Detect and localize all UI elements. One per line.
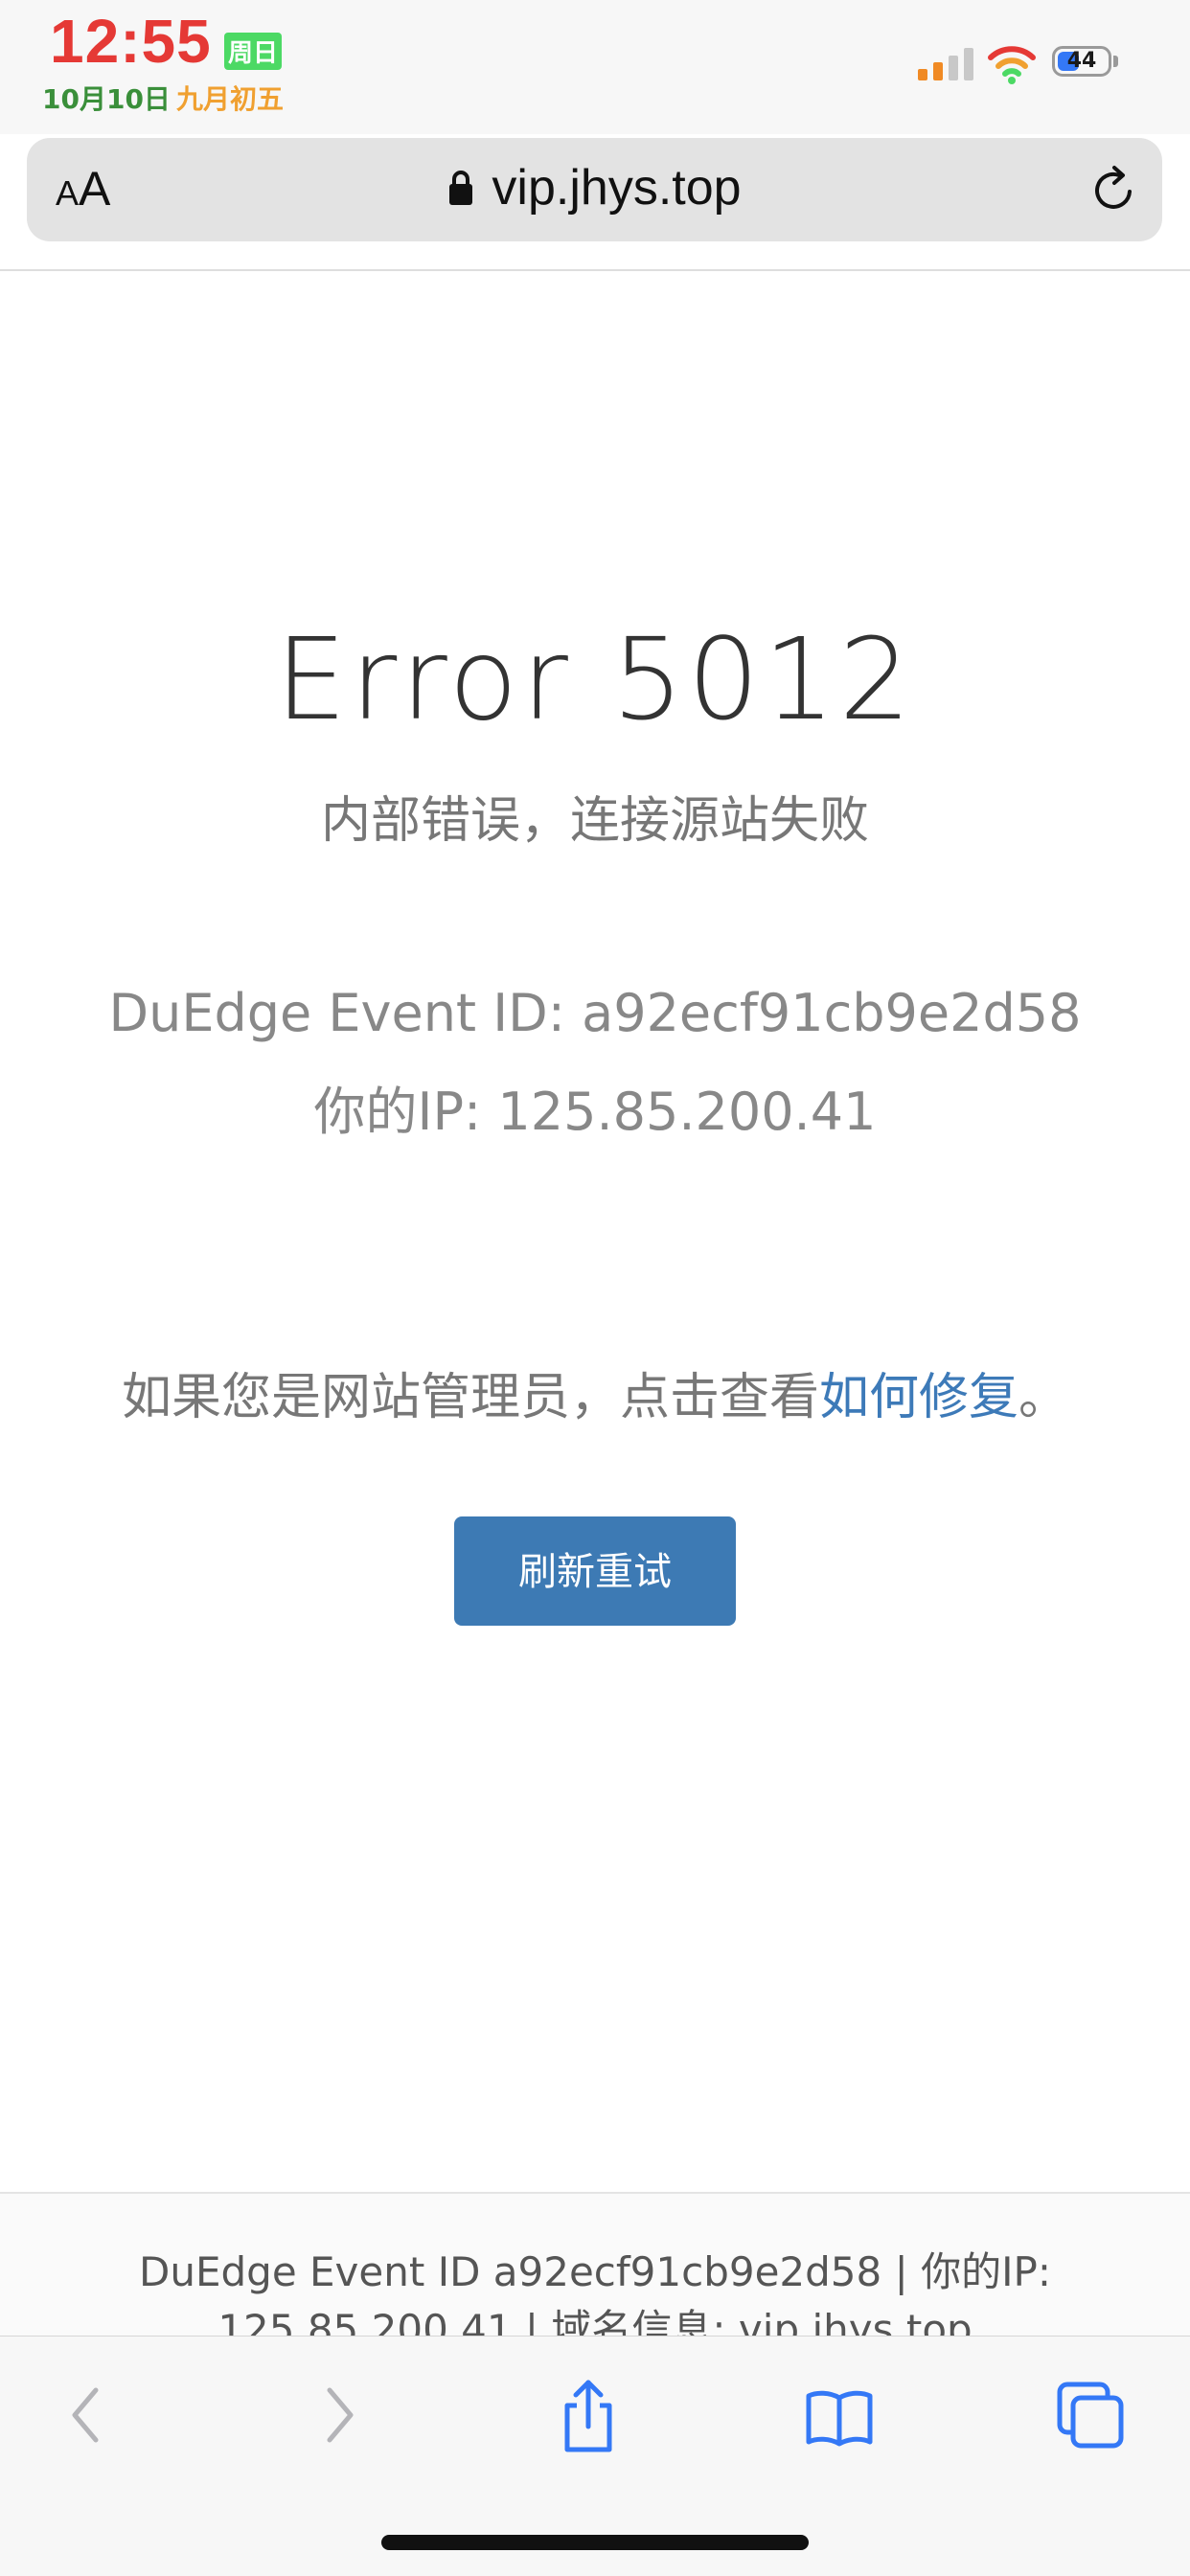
retry-button[interactable]: 刷新重试 bbox=[454, 1516, 736, 1626]
bookmarks-icon[interactable] bbox=[801, 2377, 878, 2453]
share-icon[interactable] bbox=[550, 2377, 627, 2453]
cellular-signal-icon bbox=[918, 48, 973, 80]
error-title: Error 5012 bbox=[275, 613, 915, 745]
error-subtitle: 内部错误，连接源站失败 bbox=[320, 792, 869, 850]
status-time: 12:55 bbox=[50, 7, 212, 76]
address-bar[interactable]: AA vip.jhys.top bbox=[27, 138, 1162, 241]
admin-help-suffix: 。 bbox=[1018, 1369, 1069, 1426]
status-date: 10月10日 九月初五 bbox=[42, 79, 284, 117]
reload-icon[interactable] bbox=[1087, 163, 1141, 217]
lock-icon bbox=[449, 171, 473, 205]
url-display[interactable]: vip.jhys.top bbox=[27, 159, 1162, 217]
battery-nub bbox=[1113, 56, 1118, 67]
home-indicator[interactable] bbox=[381, 2535, 809, 2550]
back-icon[interactable] bbox=[50, 2377, 126, 2453]
lunar-date: 九月初五 bbox=[175, 83, 284, 115]
admin-help-text: 如果您是网站管理员，点击查看如何修复。 bbox=[0, 1356, 1190, 1428]
admin-help-prefix: 如果您是网站管理员，点击查看 bbox=[121, 1369, 819, 1426]
how-to-fix-link[interactable]: 如何修复 bbox=[819, 1369, 1018, 1426]
client-ip-text: 你的IP: 125.85.200.41 bbox=[313, 1082, 877, 1142]
browser-divider bbox=[0, 269, 1190, 271]
url-text: vip.jhys.top bbox=[492, 160, 742, 216]
weekday-badge: 周日 bbox=[224, 33, 283, 70]
event-id-text: DuEdge Event ID: a92ecf91cb9e2d58 bbox=[108, 983, 1082, 1043]
status-bar: 12:55 周日 10月10日 九月初五 44 bbox=[0, 0, 1190, 134]
gregorian-date: 10月10日 bbox=[42, 83, 171, 115]
tabs-icon[interactable] bbox=[1052, 2377, 1129, 2453]
wifi-icon bbox=[988, 46, 1036, 84]
forward-icon[interactable] bbox=[299, 2377, 376, 2453]
page-footer: DuEdge Event ID a92ecf91cb9e2d58 | 你的IP:… bbox=[0, 2192, 1190, 2337]
footer-text: DuEdge Event ID a92ecf91cb9e2d58 | 你的IP:… bbox=[139, 2248, 1051, 2337]
battery-percent: 44 bbox=[1066, 49, 1097, 73]
battery-icon: 44 bbox=[1052, 46, 1111, 77]
